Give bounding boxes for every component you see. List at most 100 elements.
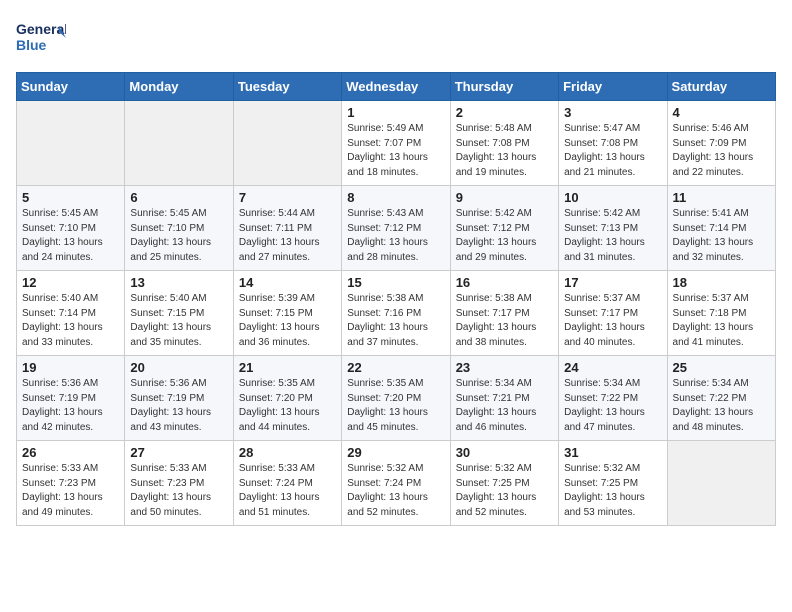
calendar-day-cell: 12 Sunrise: 5:40 AM Sunset: 7:14 PM Dayli… — [17, 271, 125, 356]
day-info: Sunrise: 5:35 AM Sunset: 7:20 PM Dayligh… — [347, 377, 444, 435]
day-info: Sunrise: 5:35 AM Sunset: 7:20 PM Dayligh… — [239, 377, 336, 435]
day-number: 14 — [239, 275, 336, 290]
day-info: Sunrise: 5:32 AM Sunset: 7:25 PM Dayligh… — [564, 462, 661, 520]
calendar-day-cell: 11Sunrise: 5:41 AM Sunset: 7:14 PM Dayli… — [667, 186, 775, 271]
calendar-day-cell: 18 Sunrise: 5:37 AM Sunset: 7:18 PM Dayli… — [667, 271, 775, 356]
weekday-header: Wednesday — [342, 73, 450, 101]
day-info: Sunrise: 5:40 AM Sunset: 7:15 PM Dayligh… — [130, 292, 227, 350]
day-info: Sunrise: 5:44 AM Sunset: 7:11 PM Dayligh… — [239, 207, 336, 265]
calendar-week-row: 19 Sunrise: 5:36 AM Sunset: 7:19 PM Dayli… — [17, 356, 776, 441]
day-info: Sunrise: 5:34 AM Sunset: 7:21 PM Dayligh… — [456, 377, 553, 435]
day-number: 1 — [347, 105, 444, 120]
day-info: Sunrise: 5:46 AM Sunset: 7:09 PM Dayligh… — [673, 122, 770, 180]
day-info: Sunrise: 5:32 AM Sunset: 7:24 PM Dayligh… — [347, 462, 444, 520]
day-number: 13 — [130, 275, 227, 290]
day-info: Sunrise: 5:49 AM Sunset: 7:07 PM Dayligh… — [347, 122, 444, 180]
calendar-day-cell: 17Sunrise: 5:37 AM Sunset: 7:17 PM Dayli… — [559, 271, 667, 356]
calendar-day-cell: 29 Sunrise: 5:32 AM Sunset: 7:24 PM Dayli… — [342, 441, 450, 526]
calendar-day-cell: 14Sunrise: 5:39 AM Sunset: 7:15 PM Dayli… — [233, 271, 341, 356]
day-number: 15 — [347, 275, 444, 290]
calendar-day-cell: 1 Sunrise: 5:49 AM Sunset: 7:07 PM Daylig… — [342, 101, 450, 186]
calendar-day-cell: 13 Sunrise: 5:40 AM Sunset: 7:15 PM Dayli… — [125, 271, 233, 356]
logo: General Blue — [16, 16, 66, 60]
day-number: 26 — [22, 445, 119, 460]
day-info: Sunrise: 5:48 AM Sunset: 7:08 PM Dayligh… — [456, 122, 553, 180]
weekday-header: Monday — [125, 73, 233, 101]
day-number: 8 — [347, 190, 444, 205]
day-number: 12 — [22, 275, 119, 290]
day-info: Sunrise: 5:36 AM Sunset: 7:19 PM Dayligh… — [22, 377, 119, 435]
weekday-header: Sunday — [17, 73, 125, 101]
calendar-day-cell: 26 Sunrise: 5:33 AM Sunset: 7:23 PM Dayli… — [17, 441, 125, 526]
page-header: General Blue — [16, 16, 776, 60]
calendar-day-cell: 23Sunrise: 5:34 AM Sunset: 7:21 PM Dayli… — [450, 356, 558, 441]
day-info: Sunrise: 5:38 AM Sunset: 7:16 PM Dayligh… — [347, 292, 444, 350]
day-number: 10 — [564, 190, 661, 205]
calendar-day-cell: 22 Sunrise: 5:35 AM Sunset: 7:20 PM Dayli… — [342, 356, 450, 441]
calendar-day-cell: 20 Sunrise: 5:36 AM Sunset: 7:19 PM Dayli… — [125, 356, 233, 441]
day-info: Sunrise: 5:33 AM Sunset: 7:23 PM Dayligh… — [22, 462, 119, 520]
weekday-header: Thursday — [450, 73, 558, 101]
day-number: 11 — [673, 190, 770, 205]
day-number: 7 — [239, 190, 336, 205]
calendar-day-cell: 25 Sunrise: 5:34 AM Sunset: 7:22 PM Dayli… — [667, 356, 775, 441]
logo-svg: General Blue — [16, 16, 66, 60]
day-number: 27 — [130, 445, 227, 460]
calendar-day-cell: 9 Sunrise: 5:42 AM Sunset: 7:12 PM Daylig… — [450, 186, 558, 271]
calendar-week-row: 12 Sunrise: 5:40 AM Sunset: 7:14 PM Dayli… — [17, 271, 776, 356]
day-number: 21 — [239, 360, 336, 375]
day-number: 18 — [673, 275, 770, 290]
day-info: Sunrise: 5:42 AM Sunset: 7:12 PM Dayligh… — [456, 207, 553, 265]
day-number: 19 — [22, 360, 119, 375]
day-number: 9 — [456, 190, 553, 205]
calendar-day-cell: 27 Sunrise: 5:33 AM Sunset: 7:23 PM Dayli… — [125, 441, 233, 526]
weekday-header: Friday — [559, 73, 667, 101]
calendar-day-cell: 16Sunrise: 5:38 AM Sunset: 7:17 PM Dayli… — [450, 271, 558, 356]
day-number: 4 — [673, 105, 770, 120]
day-info: Sunrise: 5:45 AM Sunset: 7:10 PM Dayligh… — [22, 207, 119, 265]
calendar-day-cell: 8 Sunrise: 5:43 AM Sunset: 7:12 PM Daylig… — [342, 186, 450, 271]
calendar-day-cell: 15 Sunrise: 5:38 AM Sunset: 7:16 PM Dayli… — [342, 271, 450, 356]
day-number: 22 — [347, 360, 444, 375]
calendar-day-cell: 5 Sunrise: 5:45 AM Sunset: 7:10 PM Daylig… — [17, 186, 125, 271]
day-number: 29 — [347, 445, 444, 460]
calendar-day-cell: 6 Sunrise: 5:45 AM Sunset: 7:10 PM Daylig… — [125, 186, 233, 271]
day-info: Sunrise: 5:43 AM Sunset: 7:12 PM Dayligh… — [347, 207, 444, 265]
day-info: Sunrise: 5:33 AM Sunset: 7:23 PM Dayligh… — [130, 462, 227, 520]
calendar-day-cell: 21 Sunrise: 5:35 AM Sunset: 7:20 PM Dayli… — [233, 356, 341, 441]
calendar-day-cell: 2 Sunrise: 5:48 AM Sunset: 7:08 PM Daylig… — [450, 101, 558, 186]
svg-text:General: General — [16, 21, 66, 37]
day-number: 25 — [673, 360, 770, 375]
day-number: 6 — [130, 190, 227, 205]
day-number: 30 — [456, 445, 553, 460]
calendar-day-cell — [667, 441, 775, 526]
calendar-day-cell: 3Sunrise: 5:47 AM Sunset: 7:08 PM Daylig… — [559, 101, 667, 186]
svg-text:Blue: Blue — [16, 37, 47, 53]
weekday-header: Saturday — [667, 73, 775, 101]
day-info: Sunrise: 5:32 AM Sunset: 7:25 PM Dayligh… — [456, 462, 553, 520]
calendar-day-cell — [125, 101, 233, 186]
day-info: Sunrise: 5:34 AM Sunset: 7:22 PM Dayligh… — [673, 377, 770, 435]
day-number: 24 — [564, 360, 661, 375]
day-info: Sunrise: 5:33 AM Sunset: 7:24 PM Dayligh… — [239, 462, 336, 520]
calendar-header-row: SundayMondayTuesdayWednesdayThursdayFrid… — [17, 73, 776, 101]
day-info: Sunrise: 5:37 AM Sunset: 7:18 PM Dayligh… — [673, 292, 770, 350]
calendar-day-cell: 28Sunrise: 5:33 AM Sunset: 7:24 PM Dayli… — [233, 441, 341, 526]
calendar-day-cell — [17, 101, 125, 186]
day-number: 2 — [456, 105, 553, 120]
calendar-day-cell: 4 Sunrise: 5:46 AM Sunset: 7:09 PM Daylig… — [667, 101, 775, 186]
day-number: 31 — [564, 445, 661, 460]
day-info: Sunrise: 5:38 AM Sunset: 7:17 PM Dayligh… — [456, 292, 553, 350]
day-number: 5 — [22, 190, 119, 205]
day-info: Sunrise: 5:45 AM Sunset: 7:10 PM Dayligh… — [130, 207, 227, 265]
calendar-day-cell: 19 Sunrise: 5:36 AM Sunset: 7:19 PM Dayli… — [17, 356, 125, 441]
calendar-week-row: 26 Sunrise: 5:33 AM Sunset: 7:23 PM Dayli… — [17, 441, 776, 526]
calendar-day-cell: 30 Sunrise: 5:32 AM Sunset: 7:25 PM Dayli… — [450, 441, 558, 526]
calendar-day-cell: 31 Sunrise: 5:32 AM Sunset: 7:25 PM Dayli… — [559, 441, 667, 526]
day-number: 20 — [130, 360, 227, 375]
day-info: Sunrise: 5:34 AM Sunset: 7:22 PM Dayligh… — [564, 377, 661, 435]
calendar-table: SundayMondayTuesdayWednesdayThursdayFrid… — [16, 72, 776, 526]
day-info: Sunrise: 5:40 AM Sunset: 7:14 PM Dayligh… — [22, 292, 119, 350]
day-number: 3 — [564, 105, 661, 120]
day-info: Sunrise: 5:36 AM Sunset: 7:19 PM Dayligh… — [130, 377, 227, 435]
